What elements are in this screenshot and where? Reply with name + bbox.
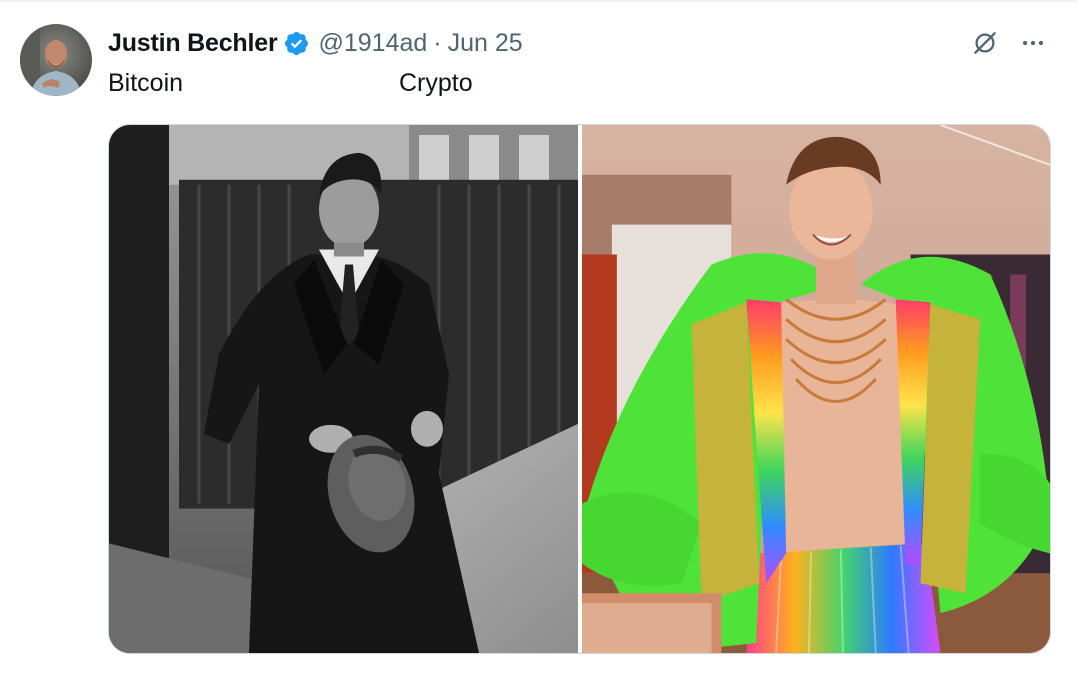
separator-dot: · [433, 28, 442, 57]
tweet-text-right: Crypto [399, 69, 473, 97]
verified-badge-icon [283, 30, 310, 57]
avatar-image [20, 24, 92, 96]
top-divider [0, 0, 1077, 2]
tweet-header: Justin Bechler @1914ad · Jun 25 [108, 24, 523, 62]
more-icon[interactable] [1016, 26, 1050, 60]
tweet-date[interactable]: Jun 25 [448, 29, 523, 58]
author-handle[interactable]: @1914ad [318, 29, 427, 58]
tweet-text-left: Bitcoin [108, 69, 184, 97]
avatar[interactable] [20, 24, 92, 96]
media-photo-right[interactable] [582, 125, 1050, 653]
tweet-text: Bitcoin Crypto [108, 66, 473, 100]
tweet-media [108, 124, 1051, 654]
author-name[interactable]: Justin Bechler [108, 29, 278, 58]
grok-icon[interactable] [968, 26, 1002, 60]
media-photo-left[interactable] [109, 125, 578, 653]
